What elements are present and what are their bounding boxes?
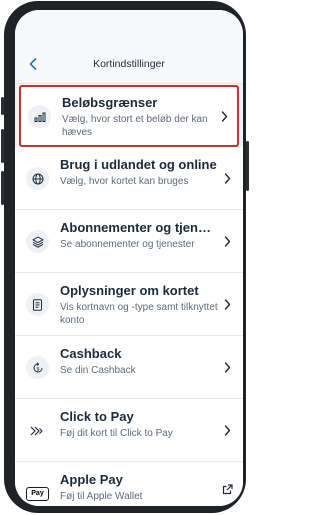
chevron-right-icon xyxy=(221,234,233,248)
item-subtitle: Se din Cashback xyxy=(60,365,136,376)
icon-container: $ xyxy=(26,356,49,379)
svg-text:$: $ xyxy=(36,366,40,372)
click-to-pay-icon xyxy=(30,426,43,435)
cashback-icon: $ xyxy=(33,361,42,372)
list-item-subscriptions[interactable]: Abonnementer og tjenester Se abonnemente… xyxy=(15,210,243,273)
item-subtitle: Vis kortnavn og -type samt tilknyttet ko… xyxy=(60,302,218,326)
icon-container xyxy=(28,105,51,128)
mute-switch xyxy=(1,97,4,115)
chevron-right-icon xyxy=(221,297,233,311)
volume-down-button xyxy=(1,171,4,205)
document-icon xyxy=(33,298,42,311)
icon-container xyxy=(26,419,49,442)
item-title: Apple Pay xyxy=(60,472,123,487)
chevron-right-icon xyxy=(221,360,233,374)
item-title: Brug i udlandet og online xyxy=(60,157,217,172)
globe-icon xyxy=(32,173,43,184)
item-subtitle: Føj dit kort til Click to Pay xyxy=(60,428,173,439)
item-subtitle: Føj til Apple Wallet xyxy=(60,491,143,502)
item-title: Oplysninger om kortet xyxy=(60,283,199,298)
item-subtitle: Se abonnementer og tjenester xyxy=(60,239,195,250)
icon-container xyxy=(26,230,49,253)
chevron-right-icon xyxy=(221,171,233,185)
item-subtitle: Vælg, hvor kortet kan bruges xyxy=(60,176,189,187)
list-item-card-info[interactable]: Oplysninger om kortet Vis kortnavn og -t… xyxy=(15,273,243,336)
chevron-right-icon xyxy=(221,423,233,437)
icon-container xyxy=(26,293,49,316)
list-item-apple-pay[interactable]: Pay Apple Pay Føj til Apple Wallet xyxy=(15,462,243,506)
phone-frame: Kortindstillinger Beløbsgrænser Vælg, hv… xyxy=(1,1,249,513)
apple-pay-icon: Pay xyxy=(26,486,49,501)
page-title: Kortindstillinger xyxy=(93,58,165,70)
chevron-right-icon xyxy=(218,109,230,123)
item-title: Cashback xyxy=(60,346,122,361)
layers-icon xyxy=(32,236,43,248)
bar-chart-icon xyxy=(34,112,45,122)
screen: Kortindstillinger Beløbsgrænser Vælg, hv… xyxy=(15,10,243,506)
external-link-icon xyxy=(221,482,233,496)
icon-container xyxy=(26,167,49,190)
list-item-cashback[interactable]: $ Cashback Se din Cashback xyxy=(15,336,243,399)
volume-up-button xyxy=(1,129,4,163)
item-subtitle: Vælg, hvor stort et beløb der kan hæves xyxy=(62,114,208,138)
power-button xyxy=(246,141,249,191)
navigation-bar: Kortindstillinger xyxy=(15,10,243,84)
icon-container: Pay xyxy=(26,482,49,505)
list-item-click-to-pay[interactable]: Click to Pay Føj dit kort til Click to P… xyxy=(15,399,243,462)
settings-list: Beløbsgrænser Vælg, hvor stort et beløb … xyxy=(15,85,243,506)
list-item-abroad-online[interactable]: Brug i udlandet og online Vælg, hvor kor… xyxy=(15,147,243,210)
item-title: Abonnementer og tjenester xyxy=(60,220,217,235)
apple-pay-icon-text: Pay xyxy=(31,490,44,497)
item-title: Beløbsgrænser xyxy=(62,95,158,110)
list-item-limits[interactable]: Beløbsgrænser Vælg, hvor stort et beløb … xyxy=(19,85,239,147)
item-title: Click to Pay xyxy=(60,409,134,424)
